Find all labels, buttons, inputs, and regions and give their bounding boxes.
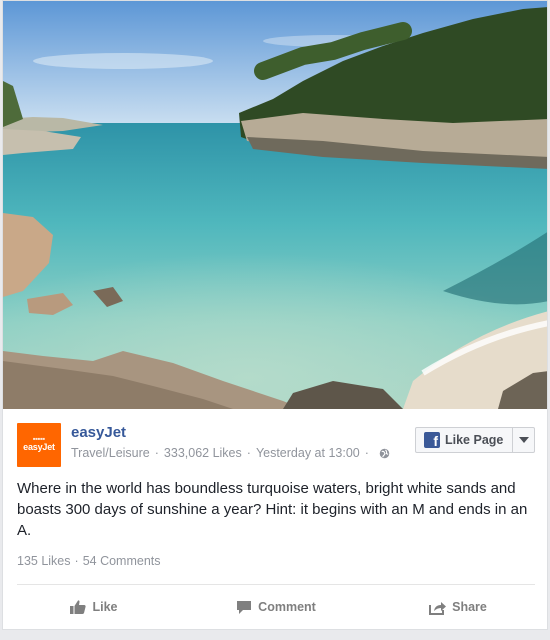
like-page-button[interactable]: f Like Page <box>415 427 535 453</box>
post-message: Where in the world has boundless turquoi… <box>17 480 528 539</box>
like-page-label: Like Page <box>445 433 504 447</box>
comment-icon <box>237 601 252 614</box>
like-page-main[interactable]: f Like Page <box>416 428 512 452</box>
post-meta: Travel/Leisure · 333,062 Likes · Yesterd… <box>71 446 390 460</box>
post-photo[interactable] <box>3 1 548 409</box>
engagement-counts: 135 Likes · 54 Comments <box>17 554 161 568</box>
facebook-icon: f <box>424 432 440 448</box>
thumbs-up-icon <box>70 600 87 614</box>
post-actions: Like Comment Share <box>3 589 547 625</box>
like-button[interactable]: Like <box>3 589 185 625</box>
comment-button[interactable]: Comment <box>185 589 367 625</box>
page-category: Travel/Leisure <box>71 446 150 460</box>
page-logo[interactable]: ■■■■■ easyJet <box>17 423 61 467</box>
like-label: Like <box>92 600 118 614</box>
like-page-dropdown[interactable] <box>512 428 534 452</box>
meta-separator: · <box>154 446 159 460</box>
comments-count[interactable]: 54 Comments <box>83 554 161 568</box>
page-likes-count: 333,062 Likes <box>163 446 242 460</box>
post-timestamp[interactable]: Yesterday at 13:00 <box>256 446 360 460</box>
comment-label: Comment <box>258 600 316 614</box>
page-name-link[interactable]: easyJet <box>71 424 126 441</box>
chevron-down-icon <box>518 437 529 443</box>
divider <box>17 584 535 585</box>
post-card: ■■■■■ easyJet easyJet Travel/Leisure · 3… <box>2 0 548 630</box>
logo-text: easyJet <box>23 442 55 452</box>
share-label: Share <box>452 600 487 614</box>
counts-separator: · <box>74 554 79 568</box>
post-header: ■■■■■ easyJet easyJet Travel/Leisure · 3… <box>3 409 547 471</box>
meta-separator: · <box>246 446 251 460</box>
meta-separator: · <box>364 446 369 460</box>
globe-icon[interactable] <box>379 448 390 459</box>
reactions-count[interactable]: 135 Likes <box>17 554 71 568</box>
share-button[interactable]: Share <box>367 589 547 625</box>
share-icon <box>429 601 447 615</box>
